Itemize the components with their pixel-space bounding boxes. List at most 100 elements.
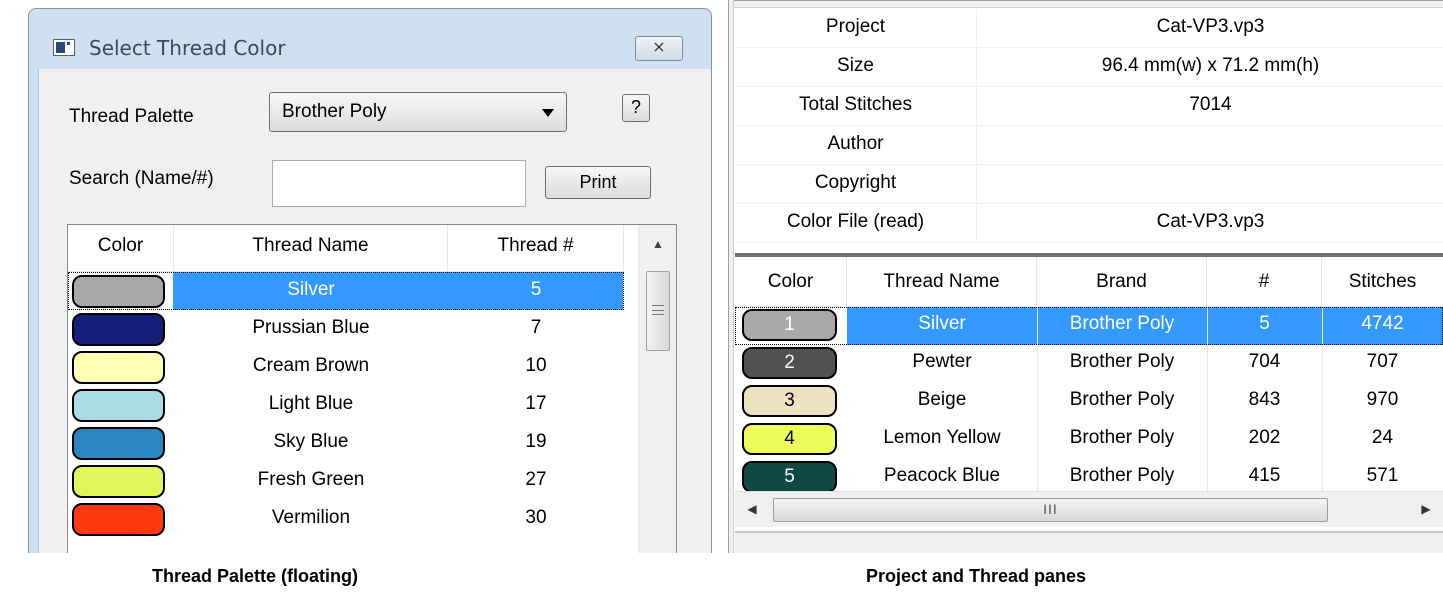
thread-name: Fresh Green (257, 469, 365, 490)
select-thread-color-dialog: Select Thread Color ⨯ Thread Palette Bro… (28, 8, 712, 553)
thread-name: Vermilion (271, 507, 351, 528)
thread-name: Light Blue (268, 393, 354, 414)
color-swatch (72, 427, 165, 460)
focus-rectangle (735, 307, 1443, 345)
project-field-label: Color File (read) (735, 204, 977, 243)
thread-name: Prussian Blue (252, 317, 370, 338)
thread-number: 202 (1248, 427, 1281, 448)
project-field-label: Copyright (735, 165, 977, 204)
scroll-right-arrow-icon[interactable]: ▶ (1409, 492, 1443, 528)
column-divider (1207, 345, 1208, 383)
thread-list-header: Color Thread Name Brand # Stitches (735, 257, 1443, 307)
color-swatch (72, 389, 165, 422)
thread-palette-value: Brother Poly (282, 101, 387, 122)
column-header-stitches[interactable]: Stitches (1322, 257, 1443, 307)
thread-horizontal-scrollbar[interactable]: ◀ III ▶ (735, 491, 1443, 527)
table-row[interactable]: 1 Silver Brother Poly 5 4742 (735, 307, 1443, 345)
scroll-up-arrow-icon[interactable]: ▲ (639, 225, 676, 263)
project-field-value: 7014 (1189, 94, 1232, 115)
thread-number: 7 (530, 317, 542, 338)
help-button[interactable]: ? (622, 94, 650, 122)
column-divider (1207, 421, 1208, 459)
color-swatch: 2 (742, 347, 837, 379)
dialog-titlebar[interactable]: Select Thread Color ⨯ (29, 9, 711, 77)
list-item[interactable]: Fresh Green 27 (68, 462, 624, 500)
project-field-value (978, 165, 1443, 204)
list-item[interactable]: Silver 5 (68, 272, 624, 310)
thread-name: Pewter (912, 351, 972, 372)
project-field-value: 96.4 mm(w) x 71.2 mm(h) (1101, 55, 1320, 76)
thread-number: 17 (525, 393, 547, 414)
project-info-row: Size 96.4 mm(w) x 71.2 mm(h) (735, 48, 1443, 87)
thread-name: Cream Brown (252, 355, 370, 376)
thread-number: 704 (1248, 351, 1281, 372)
caption-project-thread-panes: Project and Thread panes (866, 566, 1087, 586)
column-header-color[interactable]: Color (735, 257, 847, 307)
list-item[interactable]: Prussian Blue 7 (68, 310, 624, 348)
thread-number: 19 (525, 431, 547, 452)
thread-brand: Brother Poly (1069, 389, 1175, 410)
scrollbar-thumb[interactable] (646, 271, 670, 351)
color-swatch: 3 (742, 385, 837, 417)
column-divider (1322, 345, 1323, 383)
column-header-thread-name[interactable]: Thread Name (847, 257, 1037, 307)
close-button[interactable]: ⨯ (635, 36, 683, 61)
list-item[interactable]: Light Blue 17 (68, 386, 624, 424)
project-info-row: Color File (read) Cat-VP3.vp3 (735, 204, 1443, 243)
print-button[interactable]: Print (545, 166, 651, 199)
color-swatch: 4 (742, 423, 837, 455)
scroll-left-arrow-icon[interactable]: ◀ (735, 492, 769, 528)
table-row[interactable]: 4 Lemon Yellow Brother Poly 202 24 (735, 421, 1443, 459)
column-header-brand[interactable]: Brand (1037, 257, 1207, 307)
dialog-client-area: Thread Palette Brother Poly ? Search (Na… (38, 69, 711, 553)
project-thread-panes: Project Cat-VP3.vp3 Size 96.4 mm(w) x 71.2 … (728, 0, 1443, 553)
color-swatch: 5 (742, 461, 837, 493)
column-header-thread-name[interactable]: Thread Name (174, 225, 448, 271)
project-field-label: Total Stitches (735, 87, 977, 126)
column-header-color[interactable]: Color (68, 225, 174, 271)
project-field-label: Project (735, 9, 977, 48)
column-header-number[interactable]: # (1207, 257, 1322, 307)
pane-top-border (734, 0, 1443, 8)
search-input[interactable] (272, 160, 526, 207)
thread-palette-label: Thread Palette (69, 106, 194, 127)
project-field-value: Cat-VP3.vp3 (1156, 16, 1265, 37)
project-info-row: Copyright (735, 165, 1443, 204)
column-divider (1037, 383, 1038, 421)
list-item[interactable]: Vermilion 30 (68, 500, 624, 538)
thread-number: 27 (525, 469, 547, 490)
window-icon (53, 39, 75, 56)
list-item[interactable]: Cream Brown 10 (68, 348, 624, 386)
list-item[interactable]: Sky Blue 19 (68, 424, 624, 462)
caption-thread-palette: Thread Palette (floating) (152, 566, 359, 586)
thread-brand: Brother Poly (1069, 351, 1175, 372)
focus-rectangle (68, 272, 624, 310)
project-field-label: Size (735, 48, 977, 87)
column-divider (1322, 421, 1323, 459)
dropdown-arrow-icon (542, 109, 554, 117)
palette-list-header: Color Thread Name Thread # (68, 225, 624, 272)
table-row[interactable]: 3 Beige Brother Poly 843 970 (735, 383, 1443, 421)
thread-brand: Brother Poly (1069, 427, 1175, 448)
color-swatch (72, 503, 165, 536)
thread-stitches: 970 (1366, 389, 1399, 410)
dialog-title: Select Thread Color (89, 36, 286, 60)
thread-stitches: 707 (1366, 351, 1399, 372)
palette-vertical-scrollbar[interactable]: ▲ (638, 225, 676, 553)
project-field-value (978, 126, 1443, 165)
column-divider (1037, 421, 1038, 459)
thread-name: Beige (917, 389, 967, 410)
column-header-thread-number[interactable]: Thread # (448, 225, 624, 271)
table-row[interactable]: 2 Pewter Brother Poly 704 707 (735, 345, 1443, 383)
thread-name: Sky Blue (273, 431, 349, 452)
thread-number: 843 (1248, 389, 1281, 410)
project-field-value: Cat-VP3.vp3 (1156, 211, 1265, 232)
thread-number: 10 (525, 355, 547, 376)
thread-stitches: 24 (1371, 427, 1394, 448)
scrollbar-grip-icon (652, 305, 664, 315)
project-info-row: Author (735, 126, 1443, 165)
scrollbar-thumb[interactable]: III (773, 498, 1328, 522)
search-label: Search (Name/#) (69, 168, 214, 189)
thread-palette-dropdown[interactable]: Brother Poly (269, 92, 567, 132)
thread-list-table: Color Thread Name Brand # Stitches 1 Silv… (735, 257, 1443, 527)
